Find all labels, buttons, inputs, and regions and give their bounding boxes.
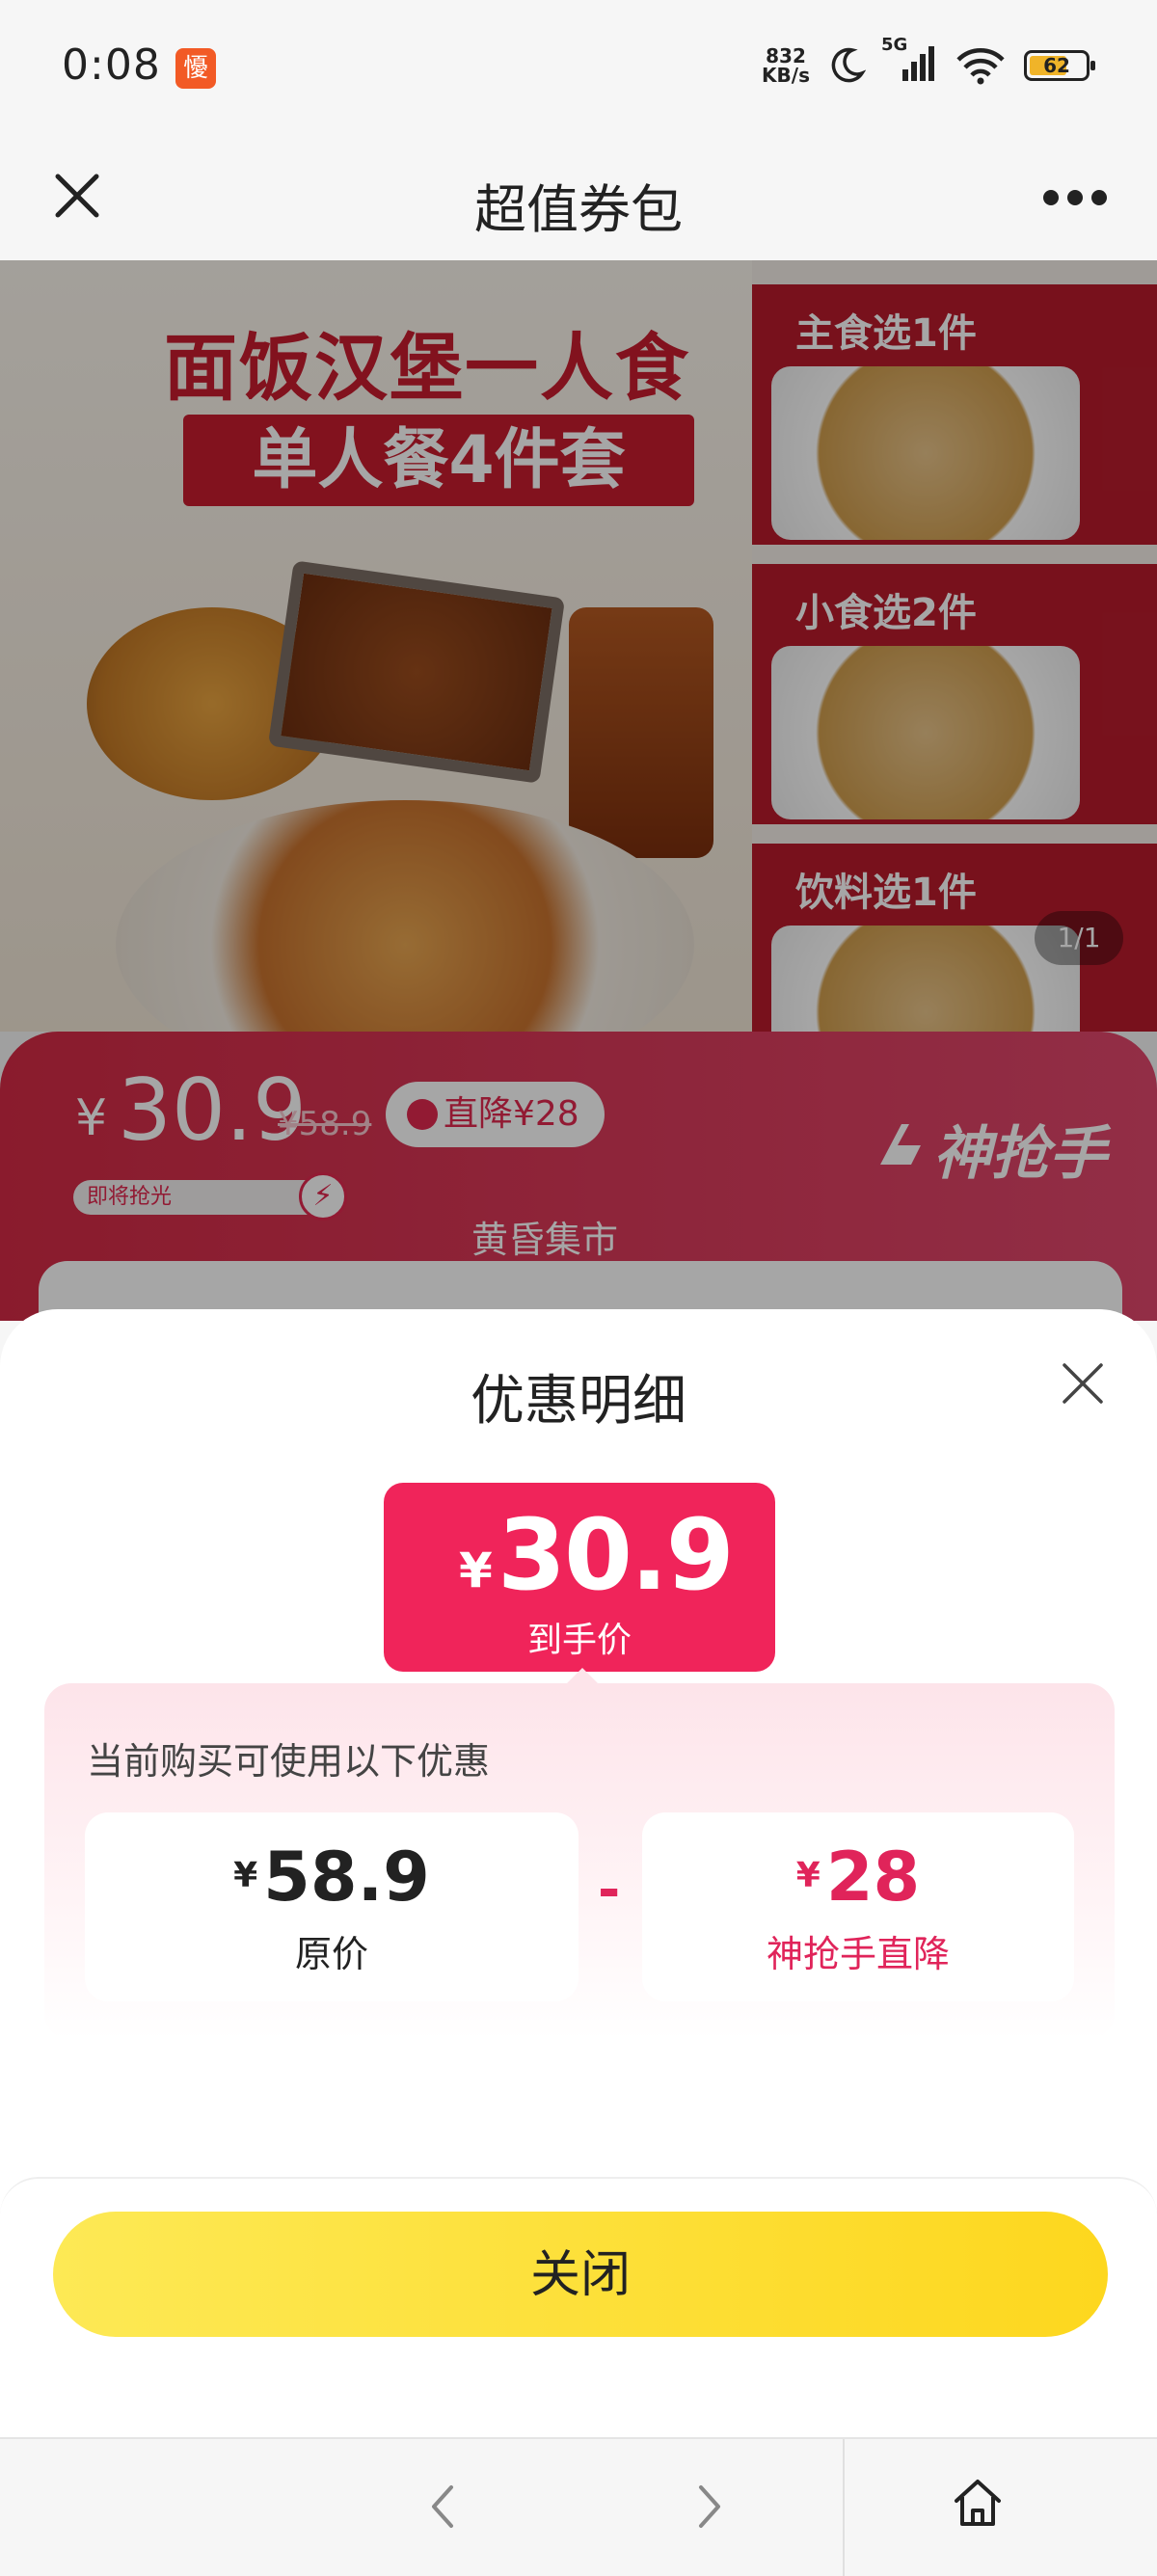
minus-operator: - [598,1859,621,1921]
status-bar: 0:08 懮 832 KB/s 5G 62 [0,0,1157,140]
discount-value: 28 [825,1838,921,1917]
original-amount: ¥58.9 [85,1838,578,1917]
battery-nub [1090,61,1095,70]
sheet-footer: 关闭 [0,2177,1157,2439]
net-speed: 832 KB/s [762,46,810,85]
cellular-signal: 5G [881,35,937,87]
forward-icon[interactable] [680,2478,738,2536]
sheet-title: 优惠明细 [471,1370,686,1433]
moon-icon [831,47,866,83]
page-title: 超值券包 [474,179,683,240]
network-type: 5G [881,35,908,55]
home-icon[interactable] [949,2474,1007,2532]
original-currency: ¥ [233,1856,258,1895]
original-price-card: ¥58.9 原价 [85,1812,578,2001]
discount-currency: ¥ [795,1856,821,1895]
toolbar-divider [843,2439,845,2576]
final-price-label: 到手价 [526,1621,632,1660]
final-price-badge: ¥ 30.9 到手价 [384,1483,775,1672]
discount-card: ¥28 神抢手直降 [642,1812,1074,2001]
discount-label: 神抢手直降 [766,1933,950,1975]
net-speed-unit: KB/s [762,64,810,87]
app-notification-icon: 懮 [175,48,216,89]
original-label: 原价 [294,1933,368,1975]
discount-breakdown: 当前购买可使用以下优惠 ¥58.9 原价 - ¥28 神抢手直降 [44,1683,1115,2040]
status-indicators: 832 KB/s 5G 62 [762,35,1095,87]
modal-backdrop[interactable] [0,260,1157,1321]
nav-header: 超值券包 [0,140,1157,260]
original-value: 58.9 [263,1838,430,1917]
discount-heading: 当前购买可使用以下优惠 [87,1740,491,1783]
discount-detail-sheet: 优惠明细 ¥ 30.9 到手价 当前购买可使用以下优惠 ¥58.9 原价 - ¥… [0,1309,1157,2439]
more-icon[interactable] [1041,178,1109,217]
discount-amount: ¥28 [642,1838,1074,1917]
close-button[interactable]: 关闭 [53,2212,1108,2337]
net-speed-value: 832 [766,44,806,67]
wifi-icon [956,48,1005,85]
battery-icon: 62 [1024,50,1095,81]
back-icon[interactable] [415,2478,472,2536]
pointer-arrow [567,1668,598,1683]
final-price-currency: ¥ [459,1543,493,1598]
final-price-amount: 30.9 [498,1498,735,1613]
browser-toolbar [0,2437,1157,2576]
status-time: 0:08 [62,40,161,90]
battery-percent: 62 [1043,54,1070,77]
close-icon[interactable] [1059,1359,1107,1408]
